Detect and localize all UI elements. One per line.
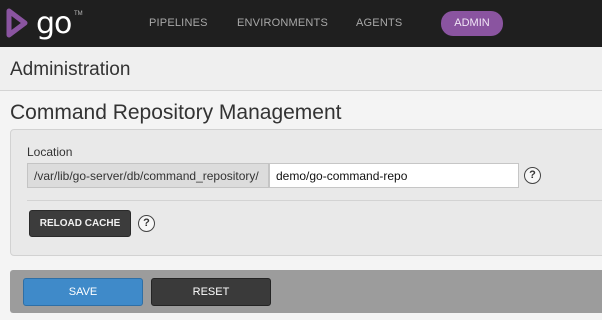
logo-text: go [36,6,72,41]
go-logo-icon [6,8,28,38]
panel-divider [27,200,602,201]
location-label: Location [27,145,73,159]
page-title: Command Repository Management [10,101,342,124]
logo-trademark: TM [74,11,83,17]
nav-pipelines[interactable]: PIPELINES [149,17,208,29]
nav-environments[interactable]: ENVIRONMENTS [237,17,328,29]
admin-title: Administration [10,59,131,80]
go-logo[interactable]: go TM [6,6,86,41]
nav-agents[interactable]: AGENTS [356,17,402,29]
form-actions: SAVE RESET [10,270,602,313]
location-prefix: /var/lib/go-server/db/command_repository… [27,163,269,188]
location-help-icon[interactable]: ? [524,167,541,184]
location-prefix-text: /var/lib/go-server/db/command_repository… [34,169,259,183]
nav-admin[interactable]: ADMIN [441,11,503,36]
save-button[interactable]: SAVE [23,278,143,306]
reload-cache-button[interactable]: RELOAD CACHE [29,210,131,237]
location-input[interactable] [269,163,519,188]
admin-header: Administration [0,47,602,91]
command-repo-panel: Location /var/lib/go-server/db/command_r… [10,129,602,256]
reload-help-icon[interactable]: ? [138,215,155,232]
top-navigation: go TM PIPELINES ENVIRONMENTS AGENTS ADMI… [0,0,602,47]
reset-button[interactable]: RESET [151,278,271,306]
